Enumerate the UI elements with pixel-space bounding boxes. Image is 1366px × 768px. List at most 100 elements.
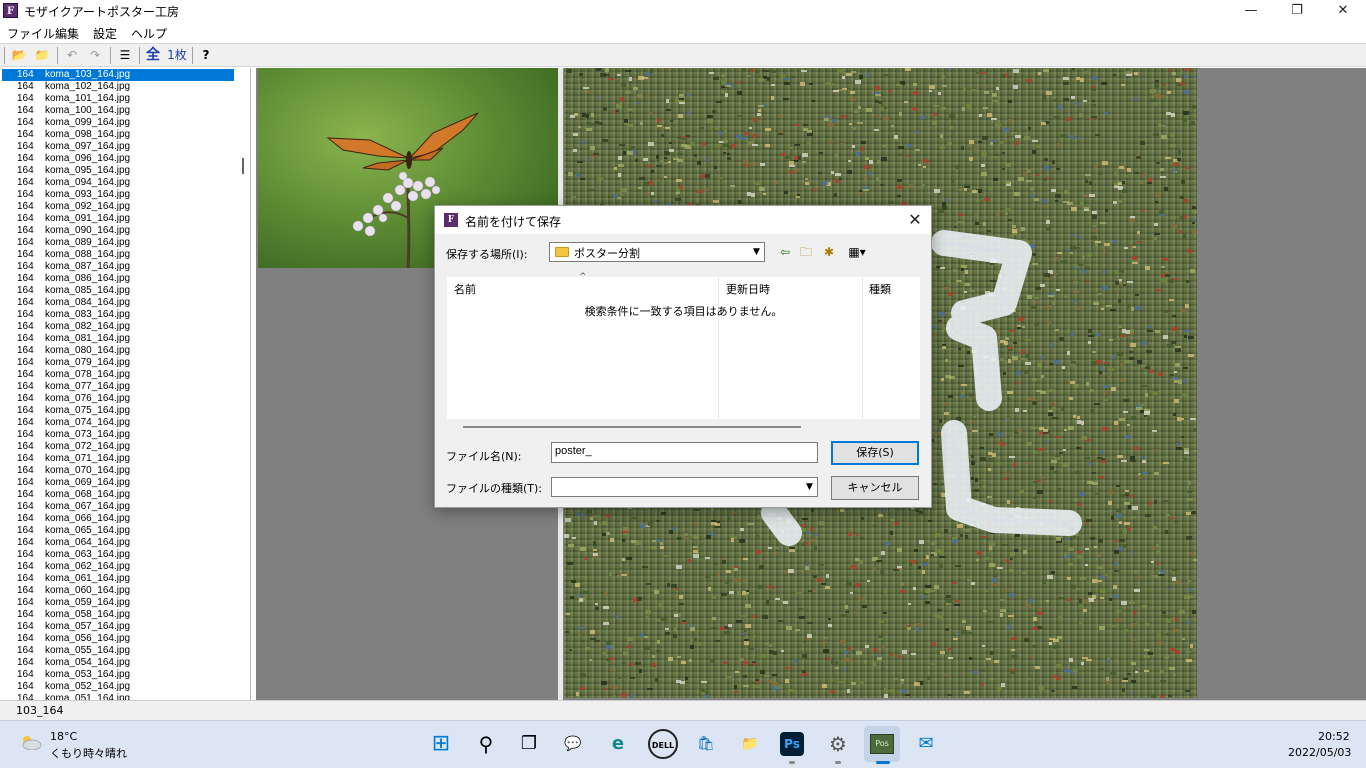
mail-icon[interactable]: ✉ [911,729,941,759]
one-sheet-icon[interactable]: 1枚 [166,47,188,64]
filename-input[interactable]: poster_ [551,442,818,463]
up-folder-icon[interactable]: 🗀 [797,243,815,261]
clock-time[interactable]: 20:52 [1318,730,1350,743]
list-item[interactable]: 164 koma_061_164.jpg [2,573,234,585]
menu-file[interactable]: ファイル [7,25,55,42]
store-icon[interactable]: 🛍 [691,729,721,759]
file-pane[interactable]: ^ 名前 更新日時 種類 検索条件に一致する項目はありません。 [447,272,920,419]
list-item[interactable]: 164 koma_071_164.jpg [2,453,234,465]
list-item[interactable]: 164 koma_063_164.jpg [2,549,234,561]
list-item[interactable]: 164 koma_101_164.jpg [2,93,234,105]
list-item[interactable]: 164 koma_092_164.jpg [2,201,234,213]
open-icon[interactable]: 📂 [10,47,28,64]
list-item[interactable]: 164 koma_076_164.jpg [2,393,234,405]
active-app-tile[interactable]: Pos [864,726,900,762]
new-folder-icon[interactable]: 📁 [33,47,51,64]
list-item[interactable]: 164 koma_083_164.jpg [2,309,234,321]
chat-icon[interactable]: 💬 [558,729,588,759]
list-item[interactable]: 164 koma_055_164.jpg [2,645,234,657]
list-item[interactable]: 164 koma_075_164.jpg [2,405,234,417]
list-item[interactable]: 164 koma_098_164.jpg [2,129,234,141]
save-in-select[interactable]: ポスター分割 ▼ [549,242,765,262]
menu-help[interactable]: ヘルプ [131,25,167,42]
weather-cloud-icon[interactable] [20,734,42,750]
undo-icon[interactable]: ↶ [63,47,81,64]
view-menu-icon[interactable]: ▦▾ [843,243,871,261]
list-item[interactable]: 164 koma_093_164.jpg [2,189,234,201]
list-item[interactable]: 164 koma_072_164.jpg [2,441,234,453]
filetype-select[interactable]: ▼ [551,477,818,497]
menu-edit[interactable]: 編集 [55,25,79,42]
list-item[interactable]: 164 koma_078_164.jpg [2,369,234,381]
list-item[interactable]: 164 koma_081_164.jpg [2,333,234,345]
redo-icon[interactable]: ↷ [86,47,104,64]
help-icon[interactable]: ? [197,47,215,64]
close-button[interactable]: ✕ [1320,0,1366,22]
list-item[interactable]: 164 koma_067_164.jpg [2,501,234,513]
list-item[interactable]: 164 koma_085_164.jpg [2,285,234,297]
start-icon[interactable]: ⊞ [426,729,456,759]
minimize-button[interactable]: — [1228,0,1274,22]
list-item[interactable]: 164 koma_058_164.jpg [2,609,234,621]
weather-description[interactable]: くもり時々晴れ [50,745,127,761]
list-scrollbar-thumb[interactable] [242,158,244,174]
list-item[interactable]: 164 koma_090_164.jpg [2,225,234,237]
list-item[interactable]: 164 koma_086_164.jpg [2,273,234,285]
task-view-icon[interactable]: ❐ [514,729,544,759]
edge-icon[interactable]: e [603,729,633,759]
weather-temperature[interactable]: 18°C [50,730,77,743]
settings-icon[interactable]: ⚙ [823,729,853,759]
back-icon[interactable]: ⇦ [776,243,794,261]
file-explorer-icon[interactable]: 📁 [735,729,765,759]
dell-icon[interactable]: DELL [648,729,678,759]
list-item[interactable]: 164 koma_089_164.jpg [2,237,234,249]
list-item[interactable]: 164 koma_073_164.jpg [2,429,234,441]
search-icon[interactable]: ⚲ [471,729,501,759]
cancel-button[interactable]: キャンセル [831,476,919,500]
list-item[interactable]: 164 koma_097_164.jpg [2,141,234,153]
list-item[interactable]: 164 koma_060_164.jpg [2,585,234,597]
list-item[interactable]: 164 koma_094_164.jpg [2,177,234,189]
list-item[interactable]: 164 koma_069_164.jpg [2,477,234,489]
list-item[interactable]: 164 koma_079_164.jpg [2,357,234,369]
chevron-down-icon[interactable]: ▼ [749,244,764,260]
list-item[interactable]: 164 koma_062_164.jpg [2,561,234,573]
list-item[interactable]: 164 koma_059_164.jpg [2,597,234,609]
clock-date[interactable]: 2022/05/03 [1288,746,1351,759]
maximize-button[interactable]: ❐ [1274,0,1320,22]
list-item[interactable]: 164 koma_102_164.jpg [2,81,234,93]
column-header-type[interactable]: 種類 [869,281,891,297]
list-item[interactable]: 164 koma_096_164.jpg [2,153,234,165]
list-item[interactable]: 164 koma_051_164.jpg [2,693,234,700]
list-item[interactable]: 164 koma_099_164.jpg [2,117,234,129]
list-item[interactable]: 164 koma_080_164.jpg [2,345,234,357]
list-item[interactable]: 164 koma_054_164.jpg [2,657,234,669]
list-item[interactable]: 164 koma_064_164.jpg [2,537,234,549]
list-item[interactable]: 164 koma_065_164.jpg [2,525,234,537]
file-list[interactable]: 164 koma_103_164.jpg 164 koma_102_164.jpg 16… [0,68,251,700]
list-item[interactable]: 164 koma_084_164.jpg [2,297,234,309]
list-item[interactable]: 164 koma_052_164.jpg [2,681,234,693]
list-item[interactable]: 164 koma_095_164.jpg [2,165,234,177]
column-header-name[interactable]: 名前 [454,281,476,297]
chevron-down-icon[interactable]: ▼ [802,479,817,495]
save-button[interactable]: 保存(S) [831,441,919,465]
new-folder-icon[interactable]: ✱ [820,243,838,261]
list-item[interactable]: 164 koma_100_164.jpg [2,105,234,117]
list-item[interactable]: 164 koma_053_164.jpg [2,669,234,681]
photoshop-icon[interactable]: Ps [780,732,804,756]
list-item[interactable]: 164 koma_091_164.jpg [2,213,234,225]
list-item[interactable]: 164 koma_068_164.jpg [2,489,234,501]
list-item[interactable]: 164 koma_103_164.jpg [2,69,234,81]
column-header-modified[interactable]: 更新日時 [726,281,770,297]
list-item[interactable]: 164 koma_088_164.jpg [2,249,234,261]
list-item[interactable]: 164 koma_087_164.jpg [2,261,234,273]
list-icon[interactable]: ☰ [116,47,134,64]
list-item[interactable]: 164 koma_070_164.jpg [2,465,234,477]
horizontal-scrollbar[interactable] [463,426,801,428]
list-item[interactable]: 164 koma_057_164.jpg [2,621,234,633]
list-item[interactable]: 164 koma_077_164.jpg [2,381,234,393]
list-item[interactable]: 164 koma_074_164.jpg [2,417,234,429]
menu-settings[interactable]: 設定 [93,25,117,42]
all-icon[interactable]: 全 [144,47,162,64]
